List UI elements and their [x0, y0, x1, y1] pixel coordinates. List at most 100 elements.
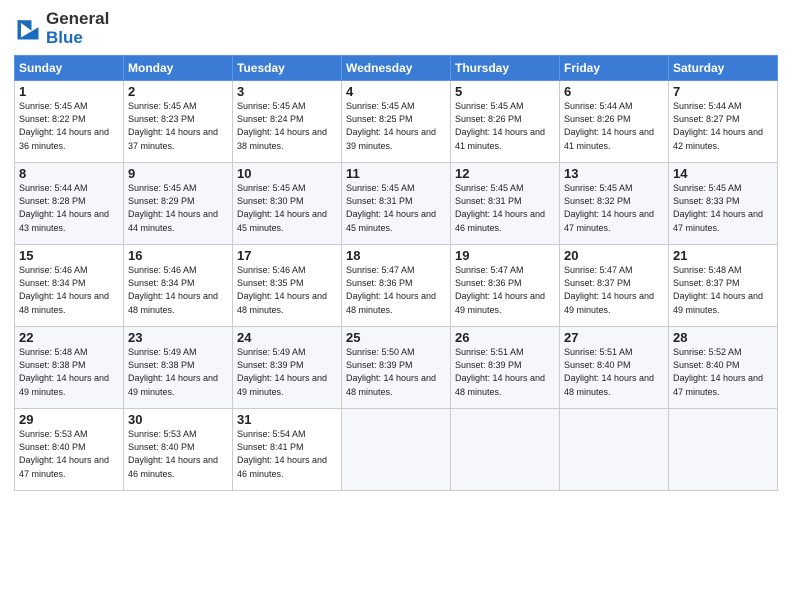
col-sunday: Sunday: [15, 56, 124, 81]
day-number: 7: [673, 84, 773, 99]
day-number: 5: [455, 84, 555, 99]
calendar-cell: 11 Sunrise: 5:45 AMSunset: 8:31 PMDaylig…: [342, 163, 451, 245]
calendar-row-2: 15 Sunrise: 5:46 AMSunset: 8:34 PMDaylig…: [15, 245, 778, 327]
logo-area: General Blue: [14, 10, 109, 47]
logo-blue: Blue: [46, 28, 83, 47]
calendar-cell: 13 Sunrise: 5:45 AMSunset: 8:32 PMDaylig…: [560, 163, 669, 245]
day-number: 23: [128, 330, 228, 345]
day-number: 13: [564, 166, 664, 181]
day-number: 22: [19, 330, 119, 345]
day-info: Sunrise: 5:48 AMSunset: 8:38 PMDaylight:…: [19, 346, 119, 398]
calendar-row-0: 1 Sunrise: 5:45 AMSunset: 8:22 PMDayligh…: [15, 81, 778, 163]
calendar-cell: 29 Sunrise: 5:53 AMSunset: 8:40 PMDaylig…: [15, 409, 124, 491]
day-number: 10: [237, 166, 337, 181]
logo-general: General: [46, 9, 109, 28]
day-info: Sunrise: 5:51 AMSunset: 8:39 PMDaylight:…: [455, 346, 555, 398]
day-number: 17: [237, 248, 337, 263]
day-info: Sunrise: 5:45 AMSunset: 8:31 PMDaylight:…: [455, 182, 555, 234]
day-info: Sunrise: 5:48 AMSunset: 8:37 PMDaylight:…: [673, 264, 773, 316]
calendar-cell: 7 Sunrise: 5:44 AMSunset: 8:27 PMDayligh…: [669, 81, 778, 163]
day-number: 4: [346, 84, 446, 99]
day-number: 21: [673, 248, 773, 263]
day-info: Sunrise: 5:45 AMSunset: 8:24 PMDaylight:…: [237, 100, 337, 152]
day-info: Sunrise: 5:53 AMSunset: 8:40 PMDaylight:…: [128, 428, 228, 480]
calendar-cell: 14 Sunrise: 5:45 AMSunset: 8:33 PMDaylig…: [669, 163, 778, 245]
day-number: 20: [564, 248, 664, 263]
calendar-cell: 21 Sunrise: 5:48 AMSunset: 8:37 PMDaylig…: [669, 245, 778, 327]
calendar-cell: 31 Sunrise: 5:54 AMSunset: 8:41 PMDaylig…: [233, 409, 342, 491]
calendar-cell: 3 Sunrise: 5:45 AMSunset: 8:24 PMDayligh…: [233, 81, 342, 163]
calendar-cell: 15 Sunrise: 5:46 AMSunset: 8:34 PMDaylig…: [15, 245, 124, 327]
day-info: Sunrise: 5:52 AMSunset: 8:40 PMDaylight:…: [673, 346, 773, 398]
header: General Blue: [14, 10, 778, 47]
calendar-cell: 6 Sunrise: 5:44 AMSunset: 8:26 PMDayligh…: [560, 81, 669, 163]
day-info: Sunrise: 5:54 AMSunset: 8:41 PMDaylight:…: [237, 428, 337, 480]
day-number: 26: [455, 330, 555, 345]
day-info: Sunrise: 5:53 AMSunset: 8:40 PMDaylight:…: [19, 428, 119, 480]
day-number: 11: [346, 166, 446, 181]
calendar-cell: 25 Sunrise: 5:50 AMSunset: 8:39 PMDaylig…: [342, 327, 451, 409]
calendar-row-4: 29 Sunrise: 5:53 AMSunset: 8:40 PMDaylig…: [15, 409, 778, 491]
calendar-cell: [451, 409, 560, 491]
col-wednesday: Wednesday: [342, 56, 451, 81]
day-info: Sunrise: 5:45 AMSunset: 8:30 PMDaylight:…: [237, 182, 337, 234]
col-saturday: Saturday: [669, 56, 778, 81]
day-info: Sunrise: 5:45 AMSunset: 8:29 PMDaylight:…: [128, 182, 228, 234]
generalblue-logo-icon: [14, 15, 42, 43]
calendar-header-row: Sunday Monday Tuesday Wednesday Thursday…: [15, 56, 778, 81]
day-number: 2: [128, 84, 228, 99]
day-number: 29: [19, 412, 119, 427]
day-info: Sunrise: 5:45 AMSunset: 8:26 PMDaylight:…: [455, 100, 555, 152]
day-number: 25: [346, 330, 446, 345]
day-info: Sunrise: 5:49 AMSunset: 8:39 PMDaylight:…: [237, 346, 337, 398]
calendar-cell: 16 Sunrise: 5:46 AMSunset: 8:34 PMDaylig…: [124, 245, 233, 327]
day-info: Sunrise: 5:50 AMSunset: 8:39 PMDaylight:…: [346, 346, 446, 398]
day-number: 3: [237, 84, 337, 99]
calendar-cell: 12 Sunrise: 5:45 AMSunset: 8:31 PMDaylig…: [451, 163, 560, 245]
day-info: Sunrise: 5:46 AMSunset: 8:34 PMDaylight:…: [19, 264, 119, 316]
calendar-cell: 17 Sunrise: 5:46 AMSunset: 8:35 PMDaylig…: [233, 245, 342, 327]
day-info: Sunrise: 5:45 AMSunset: 8:33 PMDaylight:…: [673, 182, 773, 234]
day-info: Sunrise: 5:45 AMSunset: 8:22 PMDaylight:…: [19, 100, 119, 152]
day-number: 9: [128, 166, 228, 181]
day-number: 19: [455, 248, 555, 263]
day-info: Sunrise: 5:44 AMSunset: 8:26 PMDaylight:…: [564, 100, 664, 152]
calendar-cell: 20 Sunrise: 5:47 AMSunset: 8:37 PMDaylig…: [560, 245, 669, 327]
day-info: Sunrise: 5:49 AMSunset: 8:38 PMDaylight:…: [128, 346, 228, 398]
day-number: 15: [19, 248, 119, 263]
day-number: 31: [237, 412, 337, 427]
col-thursday: Thursday: [451, 56, 560, 81]
day-info: Sunrise: 5:47 AMSunset: 8:37 PMDaylight:…: [564, 264, 664, 316]
calendar-cell: 5 Sunrise: 5:45 AMSunset: 8:26 PMDayligh…: [451, 81, 560, 163]
day-number: 24: [237, 330, 337, 345]
calendar-cell: 9 Sunrise: 5:45 AMSunset: 8:29 PMDayligh…: [124, 163, 233, 245]
calendar-cell: 27 Sunrise: 5:51 AMSunset: 8:40 PMDaylig…: [560, 327, 669, 409]
day-number: 12: [455, 166, 555, 181]
logo-text: General Blue: [46, 10, 109, 47]
calendar-cell: 8 Sunrise: 5:44 AMSunset: 8:28 PMDayligh…: [15, 163, 124, 245]
calendar-row-1: 8 Sunrise: 5:44 AMSunset: 8:28 PMDayligh…: [15, 163, 778, 245]
day-number: 18: [346, 248, 446, 263]
calendar-cell: [342, 409, 451, 491]
calendar-cell: [560, 409, 669, 491]
day-info: Sunrise: 5:45 AMSunset: 8:31 PMDaylight:…: [346, 182, 446, 234]
calendar-cell: 2 Sunrise: 5:45 AMSunset: 8:23 PMDayligh…: [124, 81, 233, 163]
day-info: Sunrise: 5:51 AMSunset: 8:40 PMDaylight:…: [564, 346, 664, 398]
day-number: 1: [19, 84, 119, 99]
calendar-cell: 4 Sunrise: 5:45 AMSunset: 8:25 PMDayligh…: [342, 81, 451, 163]
calendar-cell: 23 Sunrise: 5:49 AMSunset: 8:38 PMDaylig…: [124, 327, 233, 409]
day-info: Sunrise: 5:45 AMSunset: 8:25 PMDaylight:…: [346, 100, 446, 152]
day-info: Sunrise: 5:46 AMSunset: 8:34 PMDaylight:…: [128, 264, 228, 316]
col-monday: Monday: [124, 56, 233, 81]
col-tuesday: Tuesday: [233, 56, 342, 81]
calendar-cell: 1 Sunrise: 5:45 AMSunset: 8:22 PMDayligh…: [15, 81, 124, 163]
calendar-row-3: 22 Sunrise: 5:48 AMSunset: 8:38 PMDaylig…: [15, 327, 778, 409]
day-number: 27: [564, 330, 664, 345]
col-friday: Friday: [560, 56, 669, 81]
calendar-table: Sunday Monday Tuesday Wednesday Thursday…: [14, 55, 778, 491]
day-number: 30: [128, 412, 228, 427]
calendar-cell: [669, 409, 778, 491]
calendar-cell: 18 Sunrise: 5:47 AMSunset: 8:36 PMDaylig…: [342, 245, 451, 327]
calendar-cell: 10 Sunrise: 5:45 AMSunset: 8:30 PMDaylig…: [233, 163, 342, 245]
day-info: Sunrise: 5:46 AMSunset: 8:35 PMDaylight:…: [237, 264, 337, 316]
